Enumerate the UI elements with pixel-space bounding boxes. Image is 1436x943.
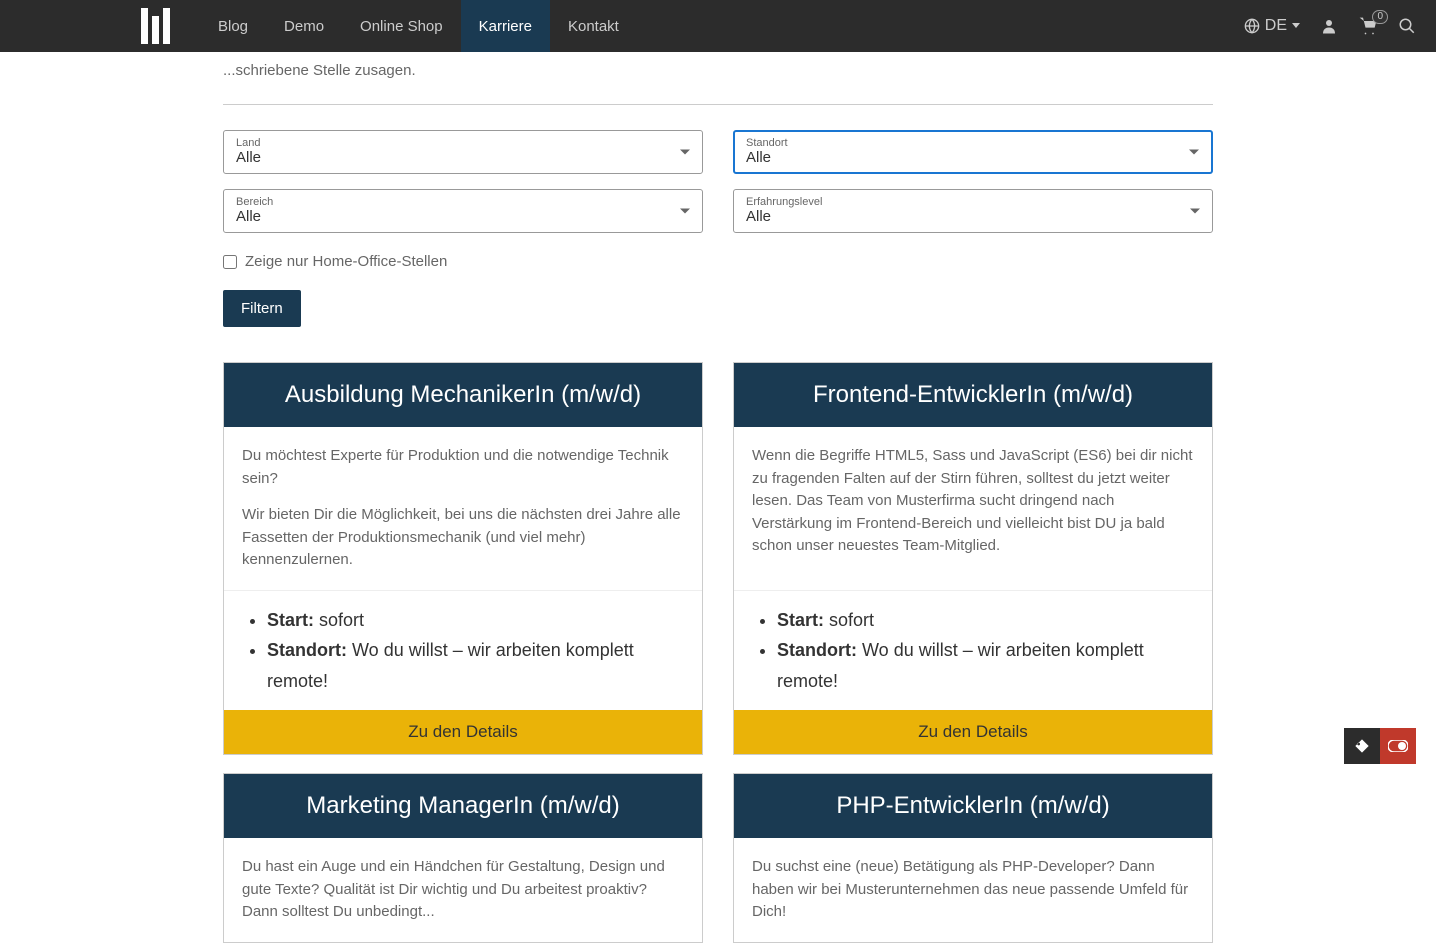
job-intro: Du möchtest Experte für Produktion und d… (242, 445, 684, 490)
standort-label: Standort: (267, 640, 347, 660)
filter-button[interactable]: Filtern (223, 290, 301, 327)
nav-blog[interactable]: Blog (200, 0, 266, 52)
logo-icon (141, 8, 170, 44)
job-details-button[interactable]: Zu den Details (734, 710, 1212, 754)
select-bereich[interactable]: Bereich Alle (223, 189, 703, 233)
job-meta: Start: sofort Standort: Wo du willst – w… (734, 590, 1212, 711)
job-desc: Du suchst eine (neue) Betätigung als PHP… (752, 856, 1194, 924)
select-value: Alle (236, 149, 261, 166)
float-toggle-button[interactable] (1380, 728, 1416, 764)
nav-online-shop[interactable]: Online Shop (342, 0, 461, 52)
select-label: Land (236, 137, 690, 149)
job-title: Ausbildung MechanikerIn (m/w/d) (224, 363, 702, 427)
standort-label: Standort: (777, 640, 857, 660)
job-title: Marketing ManagerIn (m/w/d) (224, 774, 702, 838)
float-tag-button[interactable] (1344, 728, 1380, 764)
job-body: Du möchtest Experte für Produktion und d… (224, 427, 702, 590)
job-card-marketing: Marketing ManagerIn (m/w/d) Du hast ein … (223, 773, 703, 943)
job-title: Frontend-EntwicklerIn (m/w/d) (734, 363, 1212, 427)
chevron-down-icon (1189, 150, 1199, 155)
job-details-button[interactable]: Zu den Details (224, 710, 702, 754)
home-office-checkbox[interactable] (223, 255, 237, 269)
job-card-frontend: Frontend-EntwicklerIn (m/w/d) Wenn die B… (733, 362, 1213, 755)
start-label: Start: (777, 610, 824, 630)
divider (223, 104, 1213, 105)
chevron-down-icon (680, 150, 690, 155)
navbar: Blog Demo Online Shop Karriere Kontakt D… (0, 0, 1436, 52)
nav-karriere[interactable]: Karriere (461, 0, 550, 52)
job-card-ausbildung: Ausbildung MechanikerIn (m/w/d) Du möcht… (223, 362, 703, 755)
toggle-icon (1388, 740, 1408, 752)
job-body: Wenn die Begriffe HTML5, Sass und JavaSc… (734, 427, 1212, 590)
select-label: Erfahrungslevel (746, 196, 1200, 208)
intro-text: ...schriebene Stelle zusagen. (223, 52, 1213, 89)
float-widget (1344, 728, 1416, 764)
chevron-down-icon (680, 209, 690, 214)
search-icon (1398, 17, 1416, 35)
job-desc: Wir bieten Dir die Möglichkeit, bei uns … (242, 504, 684, 572)
job-card-php: PHP-EntwicklerIn (m/w/d) Du suchst eine … (733, 773, 1213, 943)
tag-icon (1354, 738, 1370, 754)
job-start: Start: sofort (777, 605, 1194, 636)
job-desc: Du hast ein Auge und ein Händchen für Ge… (242, 856, 684, 924)
start-value: sofort (319, 610, 364, 630)
start-label: Start: (267, 610, 314, 630)
cart-count: 0 (1372, 10, 1388, 24)
home-office-checkbox-row: Zeige nur Home-Office-Stellen (223, 253, 1213, 270)
globe-icon (1244, 18, 1260, 34)
job-desc: Wenn die Begriffe HTML5, Sass und JavaSc… (752, 445, 1194, 558)
user-menu[interactable] (1320, 17, 1338, 35)
select-land[interactable]: Land Alle (223, 130, 703, 174)
language-label: DE (1265, 17, 1287, 35)
job-title: PHP-EntwicklerIn (m/w/d) (734, 774, 1212, 838)
job-body: Du hast ein Auge und ein Händchen für Ge… (224, 838, 702, 942)
search-button[interactable] (1398, 17, 1416, 35)
start-value: sofort (829, 610, 874, 630)
job-body: Du suchst eine (neue) Betätigung als PHP… (734, 838, 1212, 942)
job-start: Start: sofort (267, 605, 684, 636)
job-standort: Standort: Wo du willst – wir arbeiten ko… (777, 635, 1194, 696)
select-label: Bereich (236, 196, 690, 208)
select-erfahrungslevel[interactable]: Erfahrungslevel Alle (733, 189, 1213, 233)
language-selector[interactable]: DE (1244, 17, 1300, 35)
user-icon (1320, 17, 1338, 35)
logo[interactable] (130, 0, 180, 52)
nav-demo[interactable]: Demo (266, 0, 342, 52)
cart-button[interactable]: 0 (1358, 16, 1378, 36)
nav-kontakt[interactable]: Kontakt (550, 0, 637, 52)
select-value: Alle (746, 149, 771, 166)
select-label: Standort (746, 137, 1200, 149)
chevron-down-icon (1190, 209, 1200, 214)
nav-links: Blog Demo Online Shop Karriere Kontakt (200, 0, 637, 52)
job-meta: Start: sofort Standort: Wo du willst – w… (224, 590, 702, 711)
select-value: Alle (746, 208, 771, 225)
navbar-right: DE 0 (1244, 16, 1416, 36)
home-office-label[interactable]: Zeige nur Home-Office-Stellen (245, 253, 447, 270)
select-value: Alle (236, 208, 261, 225)
chevron-down-icon (1292, 23, 1300, 29)
jobs-grid: Ausbildung MechanikerIn (m/w/d) Du möcht… (223, 362, 1213, 943)
job-standort: Standort: Wo du willst – wir arbeiten ko… (267, 635, 684, 696)
filter-grid: Land Alle Standort Alle Bereich Alle Erf… (223, 130, 1213, 233)
select-standort[interactable]: Standort Alle (733, 130, 1213, 174)
